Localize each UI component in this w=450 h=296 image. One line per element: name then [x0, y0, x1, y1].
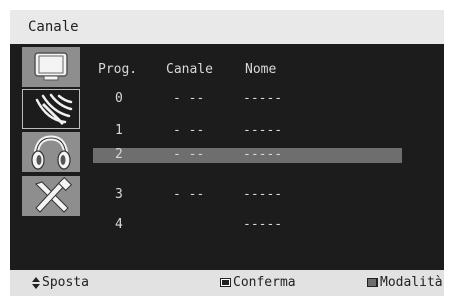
- footer-bar: Sposta Conferma Modalità: [10, 270, 444, 296]
- page-title: Canale: [28, 19, 79, 35]
- channel-row[interactable]: 1 - -- -----: [93, 123, 402, 139]
- column-header-prog: Prog.: [98, 62, 138, 77]
- row-canale: - --: [173, 187, 205, 202]
- title-bar: Canale: [10, 10, 444, 44]
- column-header-canale: Canale: [166, 62, 213, 77]
- menu-tab-sound[interactable]: [22, 132, 80, 172]
- updown-arrows-icon: [32, 276, 40, 289]
- channel-row[interactable]: 0 - -- -----: [93, 91, 402, 107]
- hint-confirm-label: Conferma: [233, 275, 296, 290]
- headphones-icon: [31, 135, 71, 170]
- tools-icon: [35, 176, 73, 213]
- hint-mode: Modalità: [367, 275, 443, 290]
- row-nome: -----: [243, 91, 283, 106]
- row-prog: 3: [115, 187, 123, 202]
- row-nome: -----: [243, 123, 283, 138]
- menu-tab-setup[interactable]: [22, 176, 80, 216]
- row-prog: 1: [115, 123, 123, 138]
- row-nome: -----: [243, 217, 283, 232]
- row-prog: 2: [115, 147, 123, 162]
- osd-screen: Canale Prog. Canale Nome 0 - -- ----- 1 …: [10, 10, 444, 296]
- row-prog: 0: [115, 91, 123, 106]
- channel-row-selected[interactable]: 2 - -- -----: [93, 147, 402, 163]
- hint-mode-label: Modalità: [380, 275, 443, 290]
- row-canale: - --: [173, 147, 205, 162]
- row-canale: - --: [173, 123, 205, 138]
- row-nome: -----: [243, 147, 283, 162]
- row-canale: - --: [173, 91, 205, 106]
- row-prog: 4: [115, 217, 123, 232]
- column-header-nome: Nome: [245, 62, 277, 77]
- row-nome: -----: [243, 187, 283, 202]
- channel-row[interactable]: 4 -----: [93, 217, 402, 233]
- hint-move-label: Sposta: [42, 275, 89, 290]
- confirm-button-icon: [220, 278, 231, 287]
- menu-tab-picture[interactable]: [22, 47, 80, 87]
- tv-icon: [34, 52, 68, 81]
- menu-tab-channel[interactable]: [22, 89, 80, 129]
- mode-button-icon: [367, 278, 378, 287]
- hint-move: Sposta: [32, 275, 89, 290]
- hint-confirm: Conferma: [220, 275, 296, 290]
- channel-row[interactable]: 3 - -- -----: [93, 187, 402, 203]
- antenna-icon: [35, 93, 73, 126]
